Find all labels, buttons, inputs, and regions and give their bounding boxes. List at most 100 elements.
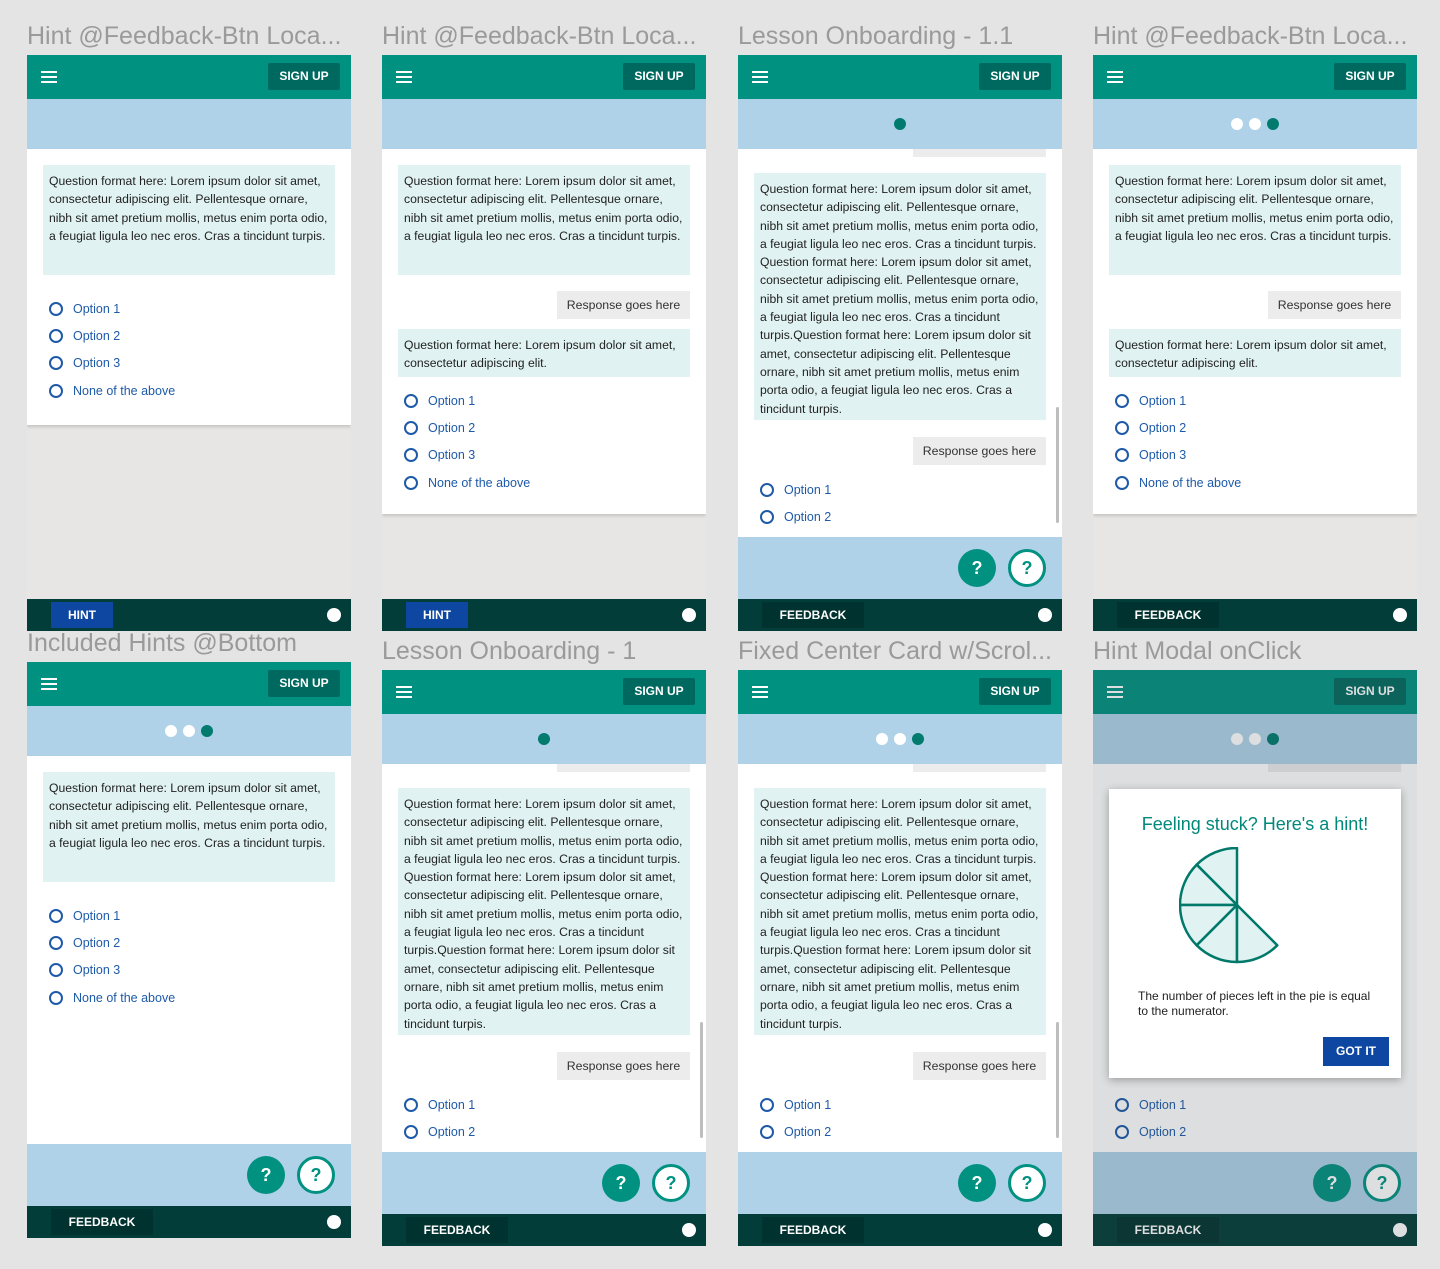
option-3[interactable]: Option 3 [404, 447, 475, 463]
toggle-indicator[interactable] [327, 1215, 341, 1229]
option-2[interactable]: Option 2 [49, 328, 120, 344]
option-1[interactable]: Option 1 [760, 1097, 831, 1113]
hamburger-menu-icon[interactable] [752, 686, 768, 698]
hamburger-menu-icon[interactable] [41, 678, 57, 690]
hamburger-menu-icon[interactable] [1107, 71, 1123, 83]
option-1[interactable]: Option 1 [404, 393, 475, 409]
option-1[interactable]: Option 1 [404, 1097, 475, 1113]
help-fab-button[interactable]: ? [297, 1156, 335, 1194]
scrollbar[interactable] [1056, 1022, 1059, 1138]
option-3[interactable]: Option 3 [1115, 447, 1186, 463]
phone-screen: SIGN UP Question format here: Lorem ipsu… [27, 662, 351, 1238]
progress-dot [894, 733, 906, 745]
sign-up-button[interactable]: SIGN UP [623, 63, 695, 90]
progress-dot [538, 733, 550, 745]
frame-title: Hint @Feedback-Btn Loca... [1093, 22, 1408, 50]
option-1[interactable]: Option 1 [1115, 393, 1186, 409]
frame-title: Hint @Feedback-Btn Loca... [27, 22, 342, 50]
bottom-bar: FEEDBACK [27, 1206, 351, 1238]
hint-fab-button[interactable]: ? [247, 1156, 285, 1194]
sign-up-button[interactable]: SIGN UP [979, 63, 1051, 90]
question-text: Question format here: Lorem ipsum dolor … [398, 165, 690, 275]
bottom-bar: HINT [382, 599, 706, 631]
option-2[interactable]: Option 2 [1115, 420, 1186, 436]
hint-fab-button[interactable]: ? [958, 549, 996, 587]
app-bar: SIGN UP [738, 55, 1062, 99]
help-fab-button[interactable]: ? [652, 1164, 690, 1202]
hint-button[interactable]: HINT [51, 602, 113, 628]
toggle-indicator[interactable] [1393, 608, 1407, 622]
feedback-button[interactable]: FEEDBACK [406, 1217, 508, 1243]
app-bar: SIGN UP [382, 670, 706, 714]
progress-dots [538, 733, 550, 745]
lesson-card: Question format here: Lorem ipsum dolor … [27, 756, 351, 1144]
lesson-card: Question format here: Lorem ipsum dolor … [1093, 149, 1417, 514]
progress-dot [894, 118, 906, 130]
help-bar: ? ? [382, 1152, 706, 1214]
progress-dot [1249, 118, 1261, 130]
response-bubble: Response goes here [1268, 291, 1401, 319]
app-bar: SIGN UP [382, 55, 706, 99]
option-none[interactable]: None of the above [404, 475, 530, 491]
got-it-button[interactable]: GOT IT [1323, 1037, 1389, 1066]
radio-icon [760, 483, 774, 497]
toggle-indicator[interactable] [682, 608, 696, 622]
hamburger-menu-icon[interactable] [41, 71, 57, 83]
option-none[interactable]: None of the above [49, 990, 175, 1006]
progress-dots [165, 725, 213, 737]
pie-chart [1179, 847, 1279, 964]
response-bubble: Response goes here [557, 1052, 690, 1080]
toggle-indicator[interactable] [1038, 608, 1052, 622]
option-2[interactable]: Option 2 [49, 935, 120, 951]
help-bar: ? ? [738, 537, 1062, 599]
scrollbar[interactable] [700, 1022, 703, 1138]
hamburger-menu-icon[interactable] [752, 71, 768, 83]
help-bar: ? ? [738, 1152, 1062, 1214]
option-2[interactable]: Option 2 [404, 420, 475, 436]
option-none[interactable]: None of the above [1115, 475, 1241, 491]
sign-up-button[interactable]: SIGN UP [268, 670, 340, 697]
radio-icon [49, 936, 63, 950]
app-bar: SIGN UP [1093, 55, 1417, 99]
toggle-indicator[interactable] [327, 608, 341, 622]
option-1[interactable]: Option 1 [49, 301, 120, 317]
radio-icon [404, 448, 418, 462]
toggle-indicator[interactable] [682, 1223, 696, 1237]
radio-icon [49, 302, 63, 316]
option-2[interactable]: Option 2 [404, 1124, 475, 1140]
feedback-button[interactable]: FEEDBACK [51, 1209, 153, 1235]
radio-icon [49, 963, 63, 977]
sign-up-button[interactable]: SIGN UP [979, 678, 1051, 705]
scrollbar[interactable] [1056, 407, 1059, 523]
feedback-button[interactable]: FEEDBACK [762, 602, 864, 628]
help-fab-button[interactable]: ? [1008, 549, 1046, 587]
option-2[interactable]: Option 2 [760, 509, 831, 525]
phone-screen: SIGN UP Question format here: Lorem ipsu… [382, 55, 706, 631]
sign-up-button[interactable]: SIGN UP [623, 678, 695, 705]
option-1[interactable]: Option 1 [49, 908, 120, 924]
option-none[interactable]: None of the above [49, 383, 175, 399]
sign-up-button[interactable]: SIGN UP [268, 63, 340, 90]
radio-icon [49, 909, 63, 923]
option-3[interactable]: Option 3 [49, 355, 120, 371]
question-text: Question format here: Lorem ipsum dolor … [398, 329, 690, 377]
toggle-indicator[interactable] [1038, 1223, 1052, 1237]
progress-dot [1267, 118, 1279, 130]
sign-up-button[interactable]: SIGN UP [1334, 63, 1406, 90]
app-bar: SIGN UP [738, 670, 1062, 714]
option-2[interactable]: Option 2 [760, 1124, 831, 1140]
hamburger-menu-icon[interactable] [396, 686, 412, 698]
progress-dots [1231, 118, 1279, 130]
bottom-bar: FEEDBACK [1093, 599, 1417, 631]
hamburger-menu-icon[interactable] [396, 71, 412, 83]
help-fab-button[interactable]: ? [1008, 1164, 1046, 1202]
feedback-button[interactable]: FEEDBACK [762, 1217, 864, 1243]
hint-fab-button[interactable]: ? [958, 1164, 996, 1202]
progress-dot [876, 733, 888, 745]
progress-bar [27, 706, 351, 756]
option-1[interactable]: Option 1 [760, 482, 831, 498]
option-3[interactable]: Option 3 [49, 962, 120, 978]
hint-button[interactable]: HINT [406, 602, 468, 628]
hint-fab-button[interactable]: ? [602, 1164, 640, 1202]
feedback-button[interactable]: FEEDBACK [1117, 602, 1219, 628]
